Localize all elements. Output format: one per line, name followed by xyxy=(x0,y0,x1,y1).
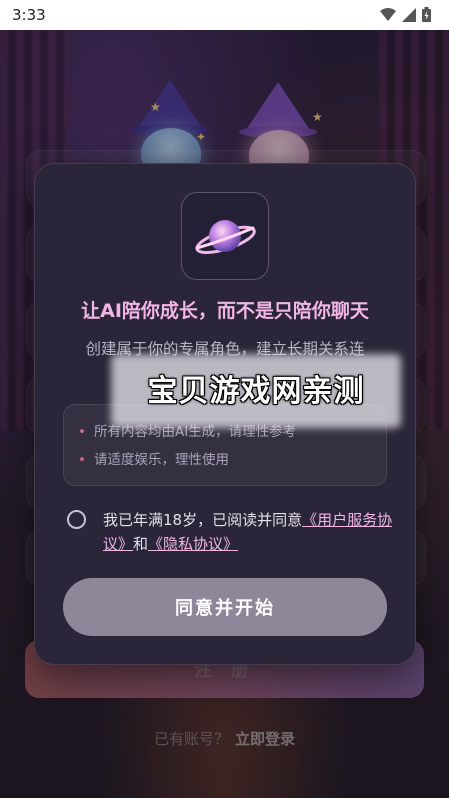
planet-icon xyxy=(195,220,256,255)
agreement-dialog: 让AI陪你成长，而不是只陪你聊天 创建属于你的专属角色，建立长期关系连 • 所有内… xyxy=(34,163,416,665)
agreement-and: 和 xyxy=(133,535,149,553)
bullet-icon: • xyxy=(78,452,86,468)
signal-icon xyxy=(402,7,416,22)
status-time: 3:33 xyxy=(12,6,46,24)
watermark: 宝贝游戏网亲测 xyxy=(147,374,365,409)
privacy-policy-link[interactable]: 《隐私协议》 xyxy=(148,535,238,553)
agreement-text: 我已年满18岁，已阅读并同意《用户服务协议》和《隐私协议》 xyxy=(103,508,393,556)
agree-checkbox[interactable] xyxy=(67,510,86,529)
wifi-icon xyxy=(380,7,396,21)
agreement-prefix: 我已年满18岁，已阅读并同意 xyxy=(103,511,303,529)
status-bar: 3:33 xyxy=(0,0,449,30)
dialog-title: 让AI陪你成长，而不是只陪你聊天 xyxy=(81,300,369,322)
notice-item: • 请适度娱乐，理性使用 xyxy=(78,448,229,468)
bullet-icon: • xyxy=(78,424,86,440)
battery-icon xyxy=(422,7,431,22)
notice-text: 请适度娱乐，理性使用 xyxy=(93,452,229,468)
agree-start-button[interactable]: 同意并开始 xyxy=(63,578,387,636)
app-logo xyxy=(181,192,269,280)
status-icons xyxy=(380,7,431,22)
